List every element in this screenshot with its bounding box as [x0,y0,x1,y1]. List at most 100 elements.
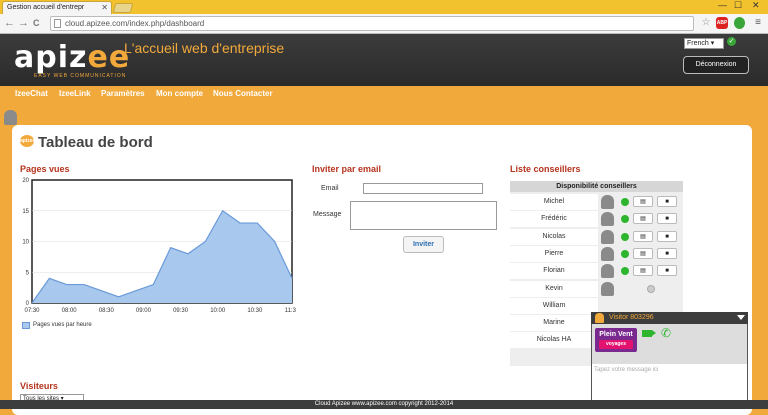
user-avatar[interactable] [4,110,17,125]
visitors-title: Visiteurs [20,381,58,391]
apizee-icon: apizee [20,135,35,147]
advisor-row: Florian ▤ ■ [510,263,683,280]
page-title: Tableau de bord [38,134,153,151]
advisor-avatar-icon [601,246,614,261]
advisors-title: Liste conseillers [510,164,581,174]
minimize-icon[interactable]: — [718,0,727,10]
advisor-name: Marine [510,315,598,332]
chat-title: Visitor 803296 [609,314,654,321]
reload-icon[interactable]: C [33,18,40,28]
menu-item-izeelink[interactable]: IzeeLink [59,89,91,98]
legend-label: Pages vues par heure [33,322,92,328]
menu-item-parametres[interactable]: Paramètres [101,89,145,98]
video-advisor-button[interactable]: ■ [657,230,677,242]
chevron-down-icon[interactable] [737,315,745,320]
advisor-row: Kevin [510,280,683,298]
advisor-name: Frédéric [510,211,598,228]
online-status-icon [621,249,629,258]
chat-advisor-button[interactable]: ▤ [633,265,653,277]
footer: Cloud Apizee www.apizee.com copyright 20… [0,400,768,409]
y-tick-label: 0 [26,301,30,307]
x-tick-label: 10:30 [247,308,263,314]
tab-title: Gestion accueil d'entrepr [7,4,85,11]
forward-icon[interactable]: → [18,17,29,29]
advisor-row: Nicolas ▤ ■ [510,228,683,246]
advisor-name: Kevin [510,280,598,297]
invite-button[interactable]: Inviter [403,236,444,253]
video-advisor-button[interactable]: ■ [657,265,677,277]
x-tick-label: 07:30 [24,308,40,314]
y-tick-label: 15 [22,209,29,215]
chat-header[interactable]: Visitor 803296 [591,312,748,324]
menu-item-nous-contacter[interactable]: Nous Contacter [213,89,273,98]
star-icon[interactable]: ☆ [700,17,712,29]
menu-icon[interactable]: ≡ [752,17,764,29]
advisor-row: Michel ▤ ■ [510,194,683,211]
video-advisor-button[interactable]: ■ [657,213,677,225]
advisor-row: Pierre ▤ ■ [510,245,683,263]
close-icon[interactable]: ✕ [101,3,108,12]
advisor-name: Michel [510,194,598,210]
legend-swatch [22,322,30,329]
menu-item-mon-compte[interactable]: Mon compte [156,89,203,98]
chat-advisor-button[interactable]: ▤ [633,247,653,259]
advisor-avatar-icon [601,281,614,296]
advisor-name: Nicolas [510,228,598,245]
online-status-icon [621,267,629,276]
advisor-avatar-icon [601,264,614,279]
check-icon: ✓ [727,37,736,46]
page-icon [54,19,61,28]
new-tab-button[interactable] [112,3,134,13]
offline-status-icon [647,284,655,293]
invite-title: Inviter par email [312,164,382,174]
pageviews-chart: 07:30 08:00 08:30 09:00 09:30 10:00 10:30 11:3 0… [22,178,296,314]
url-text: cloud.apizee.com/index.php/dashboard [65,19,205,28]
visitor-avatar-icon [595,313,604,323]
address-bar[interactable]: cloud.apizee.com/index.php/dashboard [50,16,694,31]
menu-item-izeechat[interactable]: IzeeChat [15,89,48,98]
advisor-avatar-icon [601,212,614,227]
advisor-name: Pierre [510,245,598,262]
language-select[interactable]: French ▾ [684,38,724,49]
x-tick-label: 08:30 [99,308,115,314]
apizee-logo[interactable]: apizee [14,40,130,75]
advisor-name: William [510,297,598,314]
message-field[interactable] [350,201,497,230]
window-close-icon[interactable]: ✕ [752,0,760,11]
advisor-avatar-icon [601,229,614,244]
plein-vent-logo: Plein Vent voyages [595,328,637,352]
online-status-icon [621,198,629,206]
maximize-icon[interactable]: ☐ [734,0,742,11]
logout-button[interactable]: Déconnexion [683,56,749,74]
back-icon[interactable]: ← [4,17,15,29]
chat-advisor-button[interactable]: ▤ [633,230,653,242]
video-advisor-button[interactable]: ■ [657,247,677,259]
message-label: Message [313,211,342,218]
x-tick-label: 10:00 [210,308,226,314]
x-tick-label: 09:30 [173,308,189,314]
x-tick-label: 09:00 [136,308,152,314]
advisor-row: Frédéric ▤ ■ [510,211,683,228]
adblock-icon[interactable]: ABP [716,17,728,29]
x-tick-label: 08:00 [62,308,78,314]
advisor-name: Florian [510,263,598,280]
online-status-icon [621,232,629,241]
advisor-avatar-icon [601,195,614,209]
video-advisor-button[interactable]: ■ [657,196,677,207]
x-tick-label: 11:30 [285,308,296,314]
pages-views-title: Pages vues [20,164,70,174]
y-tick-label: 5 [26,270,30,276]
phone-call-icon[interactable]: ✆ [661,326,671,340]
y-tick-label: 20 [22,178,29,184]
video-call-icon[interactable] [642,330,656,337]
email-field[interactable] [363,183,483,194]
tagline: L'accueil web d'entreprise [124,40,285,56]
y-tick-label: 10 [22,240,29,246]
chat-advisor-button[interactable]: ▤ [633,213,653,225]
email-label: Email [321,185,339,192]
advisor-name: Nicolas HA [510,332,598,349]
chat-message-input[interactable]: Tapez votre message ici [594,367,658,373]
browser-tab[interactable]: Gestion accueil d'entrepr ✕ [2,1,112,14]
extension-icon[interactable] [734,17,745,29]
chat-advisor-button[interactable]: ▤ [633,196,653,207]
